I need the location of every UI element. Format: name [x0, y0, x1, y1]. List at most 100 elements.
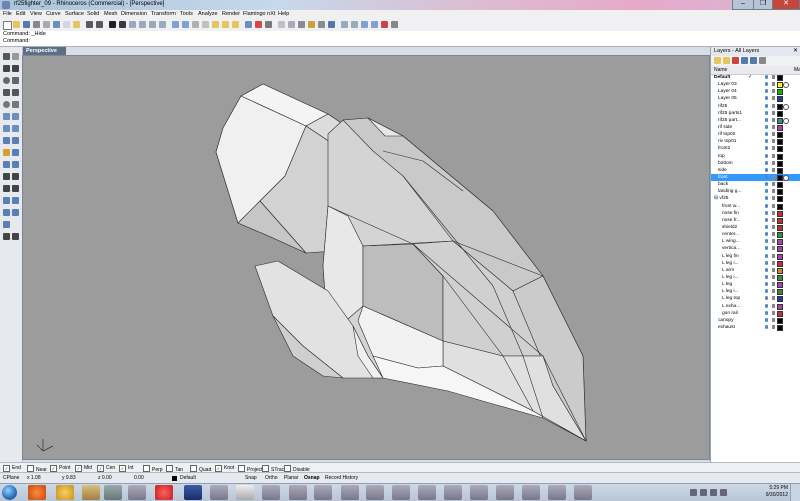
free-form-icon[interactable]	[12, 101, 19, 108]
scale-icon[interactable]	[12, 209, 19, 216]
trim-icon[interactable]	[3, 173, 10, 180]
layer-visible-bulb-icon[interactable]	[765, 310, 768, 315]
rectangle-icon[interactable]	[12, 77, 19, 84]
menu-transform[interactable]: Transform	[151, 11, 176, 17]
chamfer-icon[interactable]	[12, 161, 19, 168]
box-icon[interactable]	[3, 137, 10, 144]
layer-material-icon[interactable]	[783, 103, 789, 110]
wireframe-icon[interactable]	[278, 21, 285, 28]
layer-row[interactable]: nose fin	[711, 210, 800, 217]
menu-curve[interactable]: Curve	[46, 11, 61, 17]
menu-dimension[interactable]: Dimension	[121, 11, 147, 17]
layer-row[interactable]: nose fr...	[711, 217, 800, 224]
layer-lock-icon[interactable]	[772, 167, 775, 172]
pane-planar[interactable]: Planar	[284, 475, 298, 481]
sweep-icon[interactable]	[12, 125, 19, 132]
layer-visible-bulb-icon[interactable]	[765, 196, 768, 201]
firefox-icon[interactable]	[28, 485, 46, 500]
shaded-icon[interactable]	[288, 21, 295, 28]
osnap-checkbox-icon[interactable]	[262, 465, 269, 472]
layer-lock-icon[interactable]	[772, 217, 775, 222]
flamingo-icon[interactable]	[381, 21, 388, 28]
boolean-icon[interactable]	[3, 149, 10, 156]
explode-icon[interactable]	[12, 185, 19, 192]
zoom-icon[interactable]	[129, 21, 136, 28]
print-icon[interactable]	[33, 21, 40, 28]
layer-lock-icon[interactable]	[772, 310, 775, 315]
layer-visible-bulb-icon[interactable]	[765, 82, 768, 87]
layer-lock-icon[interactable]	[772, 160, 775, 165]
layer-row[interactable]: L leg i...	[711, 260, 800, 267]
import-icon[interactable]	[43, 21, 50, 28]
osnap-checkbox-icon[interactable]	[143, 465, 150, 472]
layer-material-icon[interactable]	[783, 174, 789, 181]
options-icon[interactable]	[265, 21, 272, 28]
menu-file[interactable]: File	[3, 11, 12, 17]
polyline-icon[interactable]	[3, 65, 10, 72]
undo-icon[interactable]	[86, 21, 93, 28]
layer-visible-bulb-icon[interactable]	[765, 160, 768, 165]
menu-edit[interactable]: Edit	[16, 11, 25, 17]
maximize-button[interactable]: ❐	[753, 0, 773, 10]
layer-visible-bulb-icon[interactable]	[765, 182, 768, 187]
layer-color-swatch[interactable]	[777, 182, 783, 189]
layer-lock-icon[interactable]	[772, 303, 775, 308]
layer-visible-bulb-icon[interactable]	[765, 267, 768, 272]
osnap-checkbox-icon[interactable]	[27, 465, 34, 472]
layer-visible-bulb-icon[interactable]	[765, 217, 768, 222]
layer-lock-icon[interactable]	[772, 246, 775, 251]
osnap-checkbox-icon[interactable]: ✓	[119, 465, 126, 472]
app-icon-12[interactable]	[444, 485, 462, 500]
rhino-app-icon[interactable]	[2, 1, 10, 9]
layer-color-swatch[interactable]	[777, 110, 783, 117]
layer-row[interactable]: vertica...	[711, 245, 800, 253]
point-icon[interactable]	[12, 53, 19, 60]
layer-color-swatch[interactable]	[777, 167, 783, 174]
layer-visible-bulb-icon[interactable]	[765, 289, 768, 294]
layer-row[interactable]: rif top02	[711, 131, 800, 139]
layer-color-swatch[interactable]	[777, 282, 783, 289]
layer-lock-icon[interactable]	[772, 82, 775, 87]
layer-row[interactable]: ⊟ vf25	[711, 195, 800, 203]
layer-lock-icon[interactable]	[772, 232, 775, 237]
app-icon-14[interactable]	[496, 485, 514, 500]
copy-object-icon[interactable]	[12, 197, 19, 204]
current-layer-check-icon[interactable]: ✓	[748, 74, 752, 81]
layer-visible-bulb-icon[interactable]	[765, 139, 768, 144]
layer-lock-icon[interactable]	[772, 146, 775, 151]
menu-render[interactable]: Render	[222, 11, 240, 17]
move-icon[interactable]	[3, 197, 10, 204]
layer-lock-icon[interactable]	[772, 153, 775, 158]
osnap-checkbox-icon[interactable]: ✓	[50, 465, 57, 472]
layer-lock-icon[interactable]	[772, 324, 775, 329]
layer-row[interactable]: Layer 05	[711, 95, 800, 103]
osnap-cen[interactable]: ✓ Cen	[97, 465, 115, 472]
zoom-extents-icon[interactable]	[149, 21, 156, 28]
layer-row[interactable]: rif25 part...	[711, 117, 800, 124]
layer-row[interactable]: L leg	[711, 281, 800, 289]
redo-icon[interactable]	[96, 21, 103, 28]
layer-visible-bulb-icon[interactable]	[765, 282, 768, 287]
menu-surface[interactable]: Surface	[65, 11, 84, 17]
rendered-icon[interactable]	[298, 21, 305, 28]
layer-lock-icon[interactable]	[772, 210, 775, 215]
layer-color-swatch[interactable]	[777, 124, 783, 131]
layer-lock-icon[interactable]	[772, 260, 775, 265]
app-icon-10[interactable]	[392, 485, 410, 500]
copy-icon[interactable]	[63, 21, 70, 28]
layer-color-swatch[interactable]	[777, 289, 783, 296]
layer-color-swatch[interactable]	[777, 324, 783, 331]
explorer-icon[interactable]	[56, 485, 74, 500]
app-icon-2[interactable]	[104, 485, 122, 500]
layer-lock-icon[interactable]	[772, 182, 775, 187]
app-icon-16[interactable]	[548, 485, 566, 500]
layer-row[interactable]: Default ✓	[711, 74, 800, 81]
layer-color-swatch[interactable]	[777, 239, 783, 246]
layer-lock-icon[interactable]	[772, 174, 775, 179]
zoom-window-icon[interactable]	[139, 21, 146, 28]
layer-visible-bulb-icon[interactable]	[765, 303, 768, 308]
paste-icon[interactable]	[73, 21, 80, 28]
mirror-icon[interactable]	[3, 221, 10, 228]
perspective-viewport[interactable]	[22, 55, 710, 460]
app-icon-1[interactable]	[82, 485, 100, 500]
